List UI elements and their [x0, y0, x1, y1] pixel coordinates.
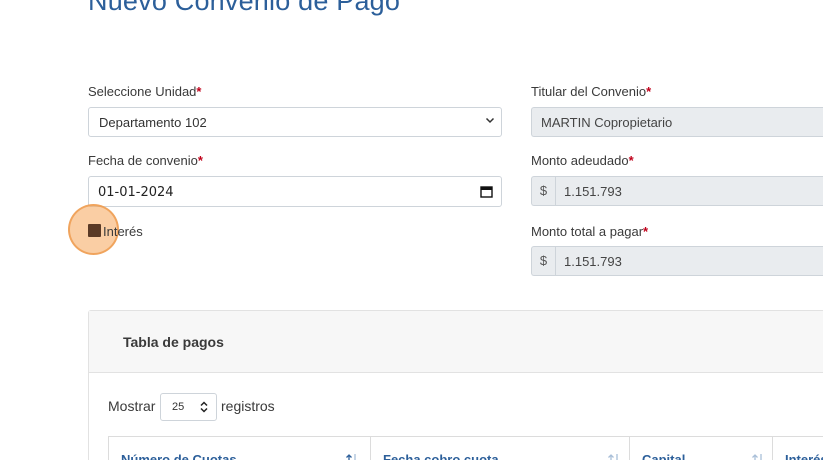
required-mark: * — [646, 84, 652, 99]
currency-addon: $ — [532, 247, 556, 275]
unidad-select-value: Departamento 102 — [99, 115, 207, 130]
sort-icon — [752, 454, 762, 460]
unidad-label: Seleccione Unidad* — [88, 84, 201, 99]
chevron-down-icon — [485, 117, 495, 124]
length-suffix: registros — [221, 398, 275, 414]
required-mark: * — [196, 84, 202, 99]
calendar-icon[interactable] — [480, 185, 493, 198]
column-label: Fecha cobro cuota — [383, 452, 499, 460]
interes-checkbox[interactable] — [88, 224, 101, 237]
monto-total-label: Monto total a pagar* — [531, 224, 648, 239]
fecha-label: Fecha de convenio* — [88, 153, 203, 168]
monto-adeudado-label: Monto adeudado* — [531, 153, 634, 168]
page-length-select[interactable]: 25 — [160, 393, 217, 421]
payments-card-title: Tabla de pagos — [123, 334, 224, 350]
page-length-value: 25 — [172, 401, 185, 413]
titular-label-text: Titular del Convenio — [531, 84, 647, 99]
sort-icon — [346, 454, 356, 460]
fecha-input-value: 01-01-2024 — [98, 185, 174, 200]
column-header-cuotas[interactable]: Número de Cuotas — [108, 437, 370, 460]
fecha-label-text: Fecha de convenio — [88, 153, 198, 168]
column-header-fecha[interactable]: Fecha cobro cuota — [370, 437, 629, 460]
up-down-arrow-icon — [200, 401, 208, 413]
column-header-interes[interactable]: Interés — [772, 437, 823, 460]
titular-label: Titular del Convenio* — [531, 84, 651, 99]
titular-value: MARTIN Copropietario — [541, 115, 673, 130]
column-header-capital[interactable]: Capital — [629, 437, 772, 460]
monto-adeudado-field: $ 1.151.793 — [531, 176, 823, 206]
monto-adeudado-label-text: Monto adeudado — [531, 153, 629, 168]
monto-total-field: $ 1.151.793 — [531, 246, 823, 276]
titular-field: MARTIN Copropietario — [531, 107, 823, 137]
length-prefix: Mostrar — [108, 398, 156, 414]
page-title: Nuevo Convenio de Pago — [88, 0, 401, 16]
monto-total-value: 1.151.793 — [564, 254, 622, 269]
unidad-label-text: Seleccione Unidad — [88, 84, 197, 99]
column-label: Interés — [785, 452, 823, 460]
monto-total-label-text: Monto total a pagar — [531, 224, 644, 239]
required-mark: * — [643, 224, 649, 239]
column-label: Número de Cuotas — [121, 452, 237, 460]
payments-card-header: Tabla de pagos — [89, 311, 823, 373]
table-header: Número de Cuotas Fecha cobro cuota Capit… — [108, 436, 823, 460]
fecha-input[interactable]: 01-01-2024 — [88, 176, 502, 207]
required-mark: * — [628, 153, 634, 168]
sort-icon — [608, 454, 618, 460]
unidad-select[interactable]: Departamento 102 — [88, 107, 502, 137]
interes-label: Interés — [103, 224, 143, 239]
required-mark: * — [197, 153, 203, 168]
monto-adeudado-value: 1.151.793 — [564, 184, 622, 199]
currency-addon: $ — [532, 177, 556, 205]
column-label: Capital — [642, 452, 686, 460]
